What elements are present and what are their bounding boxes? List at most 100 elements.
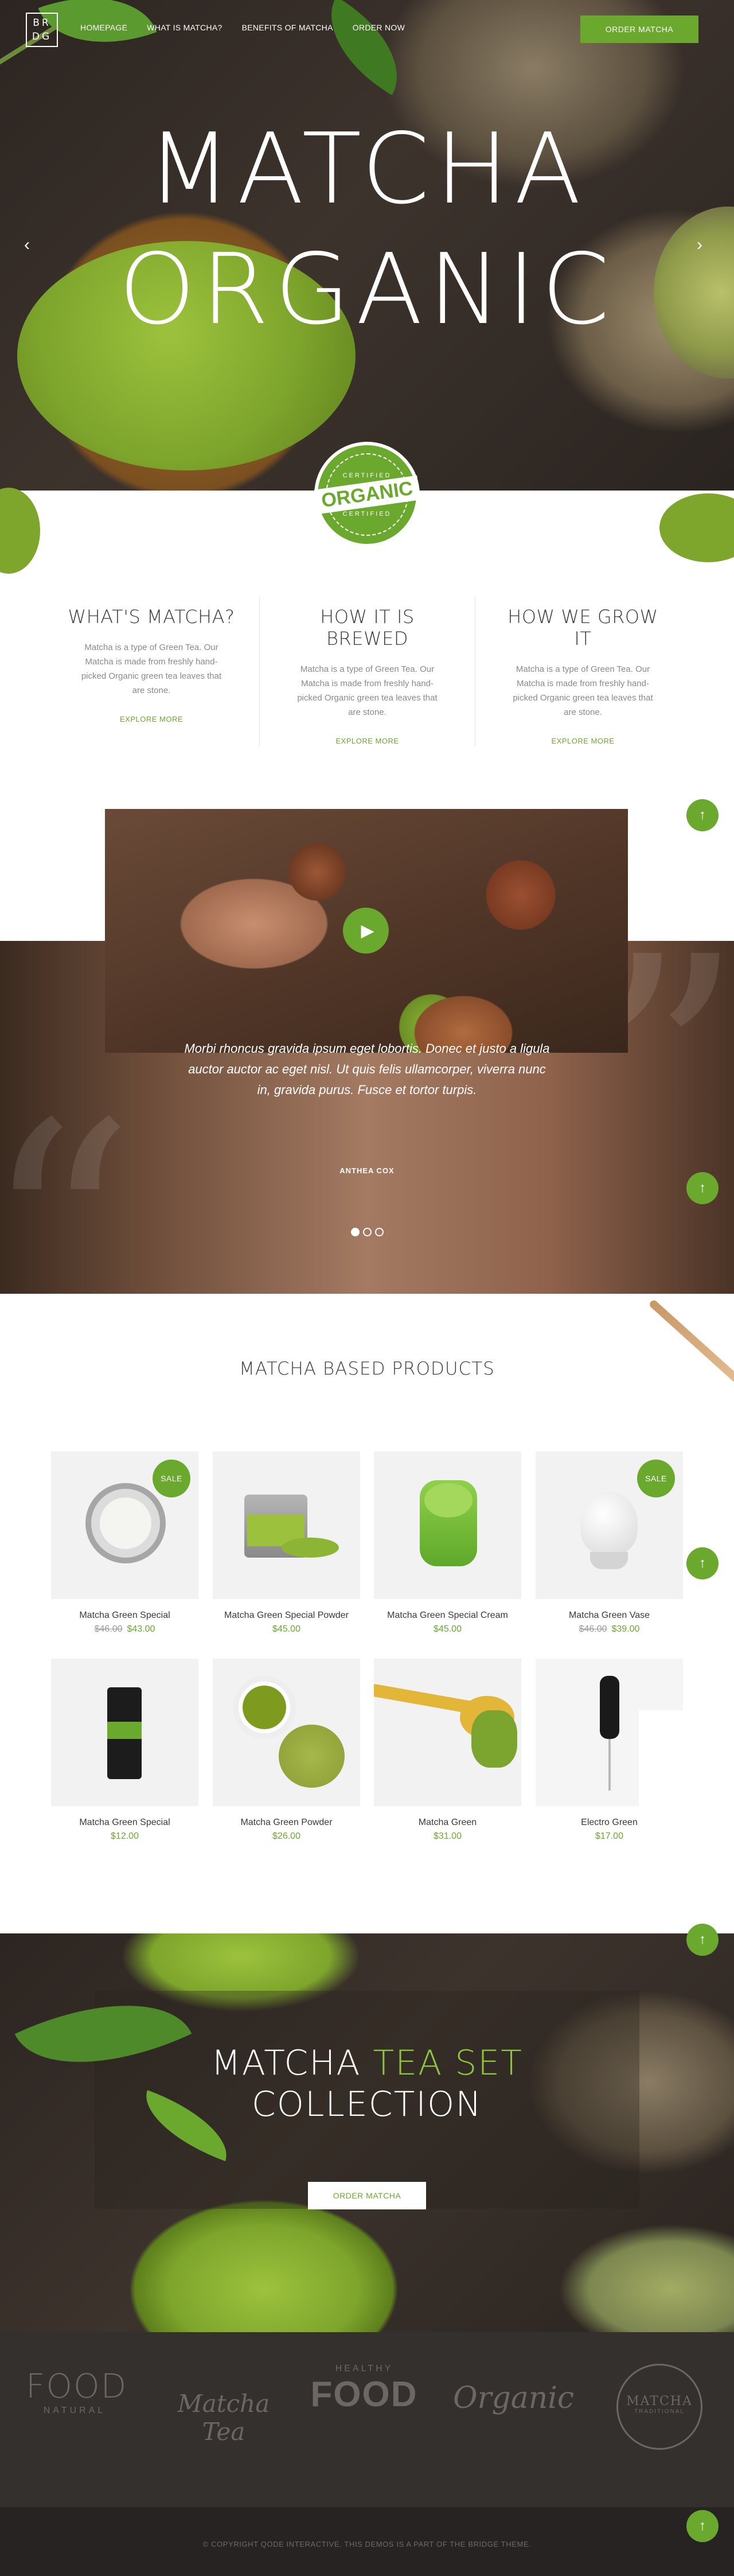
current-price: $45.00	[272, 1624, 300, 1634]
arrow-up-icon[interactable]: ↑	[686, 1924, 719, 1956]
current-price: $26.00	[272, 1831, 300, 1841]
arrow-up-icon[interactable]: ↑	[686, 1172, 719, 1204]
sale-badge: SALE	[153, 1460, 190, 1497]
product-name[interactable]: Matcha Green Special Cream	[374, 1610, 521, 1621]
hero-title-line: ORGANIC	[119, 233, 615, 347]
hero-title-line: MATCHA	[147, 112, 587, 226]
product-image[interactable]: SALE	[51, 1452, 198, 1599]
feature-card: HOW IT IS BREWED Matcha is a type of Gre…	[259, 597, 475, 746]
copyright-text: © COPYRIGHT QODE INTERACTIVE. THIS DEMOS…	[202, 2540, 532, 2548]
hero-slider: BR DG HOMEPAGE WHAT IS MATCHA? BENEFITS …	[0, 0, 734, 491]
product-card[interactable]: Electro Green $17.00	[536, 1659, 683, 1842]
logo-line: DG	[32, 31, 52, 42]
current-price: $17.00	[595, 1831, 623, 1841]
current-price: $31.00	[434, 1831, 462, 1841]
product-name[interactable]: Matcha Green	[374, 1818, 521, 1828]
product-price: $46.00 $39.00	[536, 1624, 683, 1635]
product-card[interactable]: Matcha Green Powder $26.00	[213, 1659, 360, 1842]
partner-logos: FOOD NATURAL Matcha Tea HEALTHY FOOD Org…	[0, 2332, 734, 2507]
logo-food-natural[interactable]: FOOD NATURAL	[26, 2367, 126, 2416]
current-price: $43.00	[127, 1624, 155, 1634]
arrow-up-icon[interactable]: ↑	[686, 799, 719, 831]
nav-item-what-is-matcha[interactable]: WHAT IS MATCHA?	[147, 23, 222, 32]
logo-text: TRADITIONAL	[634, 2408, 685, 2415]
slider-dot[interactable]	[363, 1228, 372, 1236]
slider-dot[interactable]	[375, 1228, 384, 1236]
chevron-right-icon[interactable]: ›	[697, 235, 702, 255]
logo-text: HEALTHY	[335, 2364, 393, 2373]
nav-item-benefits[interactable]: BENEFITS OF MATCHA	[242, 23, 333, 32]
collection-title-line2: COLLECTION	[251, 2084, 483, 2124]
logo-text: MATCHA	[626, 2394, 693, 2408]
feature-text: Matcha is a type of Green Tea. Our Match…	[297, 664, 438, 717]
product-price: $12.00	[51, 1831, 198, 1842]
current-price: $12.00	[111, 1831, 139, 1841]
logo-matcha-tea[interactable]: Matcha Tea	[158, 2390, 290, 2446]
collection-title: MATCHA TEA SET COLLECTION	[0, 2042, 734, 2125]
sale-badge: SALE	[637, 1460, 675, 1497]
feature-text: Matcha is a type of Green Tea. Our Match…	[81, 643, 222, 695]
feature-card: HOW WE GROW IT Matcha is a type of Green…	[475, 597, 690, 746]
decor-powder-splash	[0, 488, 40, 574]
product-card[interactable]: Matcha Green $31.00	[374, 1659, 521, 1842]
product-card[interactable]: Matcha Green Special $12.00	[51, 1659, 198, 1842]
current-price: $45.00	[434, 1624, 462, 1634]
product-image[interactable]	[51, 1659, 198, 1806]
collection-banner: MATCHA TEA SET COLLECTION ORDER MATCHA	[0, 1933, 734, 2332]
chevron-left-icon[interactable]: ‹	[24, 235, 30, 255]
products-title: MATCHA BASED PRODUCTS	[239, 1359, 495, 1379]
arrow-up-icon[interactable]: ↑	[686, 2510, 719, 2542]
feature-card: WHAT'S MATCHA? Matcha is a type of Green…	[44, 597, 259, 746]
explore-more-link[interactable]: EXPLORE MORE	[551, 737, 614, 745]
product-image[interactable]	[213, 1659, 360, 1806]
arrow-up-icon[interactable]: ↑	[686, 1547, 719, 1579]
product-card[interactable]: Matcha Green Special Cream $45.00	[374, 1452, 521, 1635]
product-name[interactable]: Matcha Green Vase	[536, 1610, 683, 1621]
hero-title: MATCHA ORGANIC	[0, 109, 734, 350]
logo-text: NATURAL	[43, 2406, 106, 2415]
product-image[interactable]	[213, 1452, 360, 1599]
play-icon[interactable]: ▶	[343, 908, 389, 954]
product-price: $45.00	[213, 1624, 360, 1635]
explore-more-link[interactable]: EXPLORE MORE	[335, 737, 399, 745]
product-name[interactable]: Matcha Green Special	[51, 1818, 198, 1828]
brand-logo[interactable]: BR DG	[26, 13, 58, 47]
product-image[interactable]	[374, 1659, 521, 1806]
old-price: $46.00	[579, 1624, 607, 1634]
nav-item-order-now[interactable]: ORDER NOW	[353, 23, 405, 32]
testimonial-author: ANTHEA COX	[339, 1166, 395, 1175]
product-price: $26.00	[213, 1831, 360, 1842]
product-price: $45.00	[374, 1624, 521, 1635]
product-price: $46.00 $43.00	[51, 1624, 198, 1635]
product-card[interactable]: Matcha Green Special Powder $45.00	[213, 1452, 360, 1635]
product-name[interactable]: Matcha Green Special Powder	[213, 1610, 360, 1621]
explore-more-link[interactable]: EXPLORE MORE	[120, 715, 183, 723]
decor-powder-splash	[659, 493, 734, 562]
quote-mark-icon: “	[0, 1084, 135, 1294]
product-image[interactable]: SALE	[536, 1452, 683, 1599]
product-image[interactable]	[536, 1659, 683, 1806]
product-price: $17.00	[536, 1831, 683, 1842]
feature-title: WHAT'S MATCHA?	[68, 606, 235, 628]
slider-dot[interactable]	[351, 1228, 360, 1236]
product-name[interactable]: Matcha Green Powder	[213, 1818, 360, 1828]
feature-text: Matcha is a type of Green Tea. Our Match…	[513, 664, 653, 717]
order-matcha-button[interactable]: ORDER MATCHA	[580, 15, 698, 43]
product-price: $31.00	[374, 1831, 521, 1842]
product-name[interactable]: Matcha Green Special	[51, 1610, 198, 1621]
old-price: $46.00	[94, 1624, 123, 1634]
organic-certified-badge: CERTIFIED ORGANIC CERTIFIED	[314, 442, 420, 547]
current-price: $39.00	[611, 1624, 640, 1634]
product-card[interactable]: SALE Matcha Green Special $46.00 $43.00	[51, 1452, 198, 1635]
product-name[interactable]: Electro Green	[536, 1818, 683, 1828]
product-card[interactable]: SALE Matcha Green Vase $46.00 $39.00	[536, 1452, 683, 1635]
logo-organic[interactable]: Organic	[453, 2381, 574, 2415]
footer: © COPYRIGHT QODE INTERACTIVE. THIS DEMOS…	[0, 2507, 734, 2576]
nav-item-homepage[interactable]: HOMEPAGE	[80, 23, 127, 32]
order-matcha-button[interactable]: ORDER MATCHA	[308, 2182, 426, 2209]
product-image[interactable]	[374, 1452, 521, 1599]
logo-healthy-food[interactable]: HEALTHY FOOD	[304, 2364, 424, 2415]
logo-matcha-traditional[interactable]: MATCHA TRADITIONAL	[616, 2364, 702, 2450]
feature-title: HOW IT IS BREWED	[320, 606, 415, 649]
logo-line: BR	[33, 17, 51, 29]
